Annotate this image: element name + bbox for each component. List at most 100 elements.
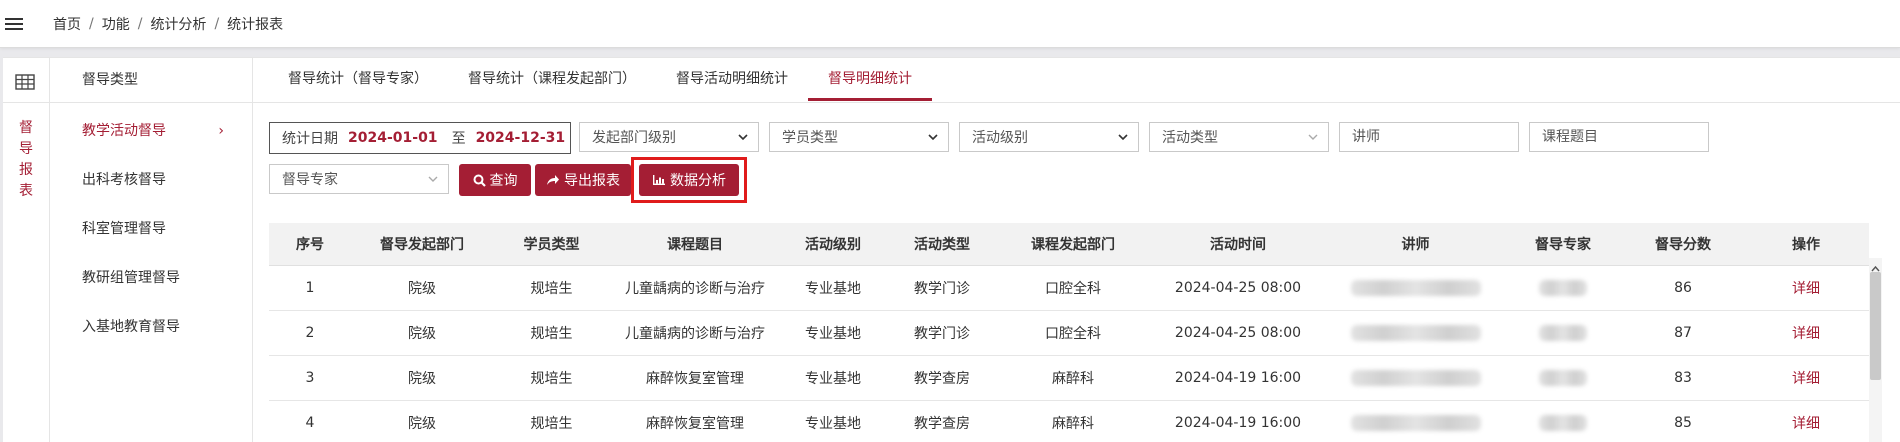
cell-expert (1503, 311, 1623, 356)
export-button[interactable]: 导出报表 (535, 164, 631, 196)
left-rail: 督导报表 (3, 58, 50, 442)
detail-link[interactable]: 详细 (1743, 266, 1869, 311)
cell-score: 86 (1623, 266, 1743, 311)
sidebar-item-research-group[interactable]: 教研组管理督导 (50, 254, 252, 303)
breadcrumb-stats[interactable]: 统计分析 (150, 14, 206, 34)
sidebar-item-exam[interactable]: 出科考核督导 (50, 156, 252, 205)
breadcrumb-separator: / (138, 16, 143, 32)
table-row: 3 院级 规培生 麻醉恢复室管理 专业基地 教学查房 麻醉科 2024-04-1… (269, 356, 1869, 401)
search-icon (473, 174, 486, 187)
table-grid-icon[interactable] (15, 74, 35, 94)
cell-no: 2 (269, 311, 351, 356)
chevron-right-icon: › (218, 107, 224, 156)
activity-type-select[interactable]: 活动类型 (1149, 122, 1329, 152)
cell-student: 规培生 (493, 356, 610, 401)
redacted-lecturer (1351, 415, 1481, 431)
col-header: 督导分数 (1623, 223, 1743, 266)
cell-course: 麻醉恢复室管理 (610, 356, 780, 401)
redacted-lecturer (1351, 280, 1481, 296)
sidebar-item-label: 出科考核督导 (82, 172, 166, 188)
rail-divider (3, 102, 49, 103)
course-title-input[interactable] (1529, 122, 1709, 152)
breadcrumb-report: 统计报表 (227, 14, 283, 34)
col-header: 活动类型 (886, 223, 998, 266)
sidebar: 督导类型 教学活动督导 › 出科考核督导 科室管理督导 教研组管理督导 入基地教… (50, 58, 253, 442)
sidebar-item-base-education[interactable]: 入基地教育督导 (50, 303, 252, 352)
content-shell: 督导报表 督导类型 教学活动督导 › 出科考核督导 科室管理督导 教研组管理督导… (3, 57, 1900, 442)
cell-course-dept: 口腔全科 (998, 266, 1148, 311)
col-header: 课程发起部门 (998, 223, 1148, 266)
sidebar-item-teaching[interactable]: 教学活动督导 › (50, 107, 252, 156)
col-header: 活动时间 (1148, 223, 1328, 266)
breadcrumb-function[interactable]: 功能 (102, 14, 130, 34)
date-start[interactable]: 2024-01-01 (348, 130, 438, 146)
results-table: 序号 督导发起部门 学员类型 课程题目 活动级别 活动类型 课程发起部门 活动时… (269, 223, 1869, 442)
sidebar-item-label: 教研组管理督导 (82, 270, 180, 286)
col-header: 督导专家 (1503, 223, 1623, 266)
sidebar-list: 教学活动督导 › 出科考核督导 科室管理督导 教研组管理督导 入基地教育督导 (50, 103, 252, 352)
query-button[interactable]: 查询 (459, 164, 531, 196)
lecturer-input[interactable] (1339, 122, 1519, 152)
sidebar-item-dept-manage[interactable]: 科室管理督导 (50, 205, 252, 254)
sidebar-item-label: 入基地教育督导 (82, 319, 180, 335)
chevron-down-icon (428, 173, 438, 189)
date-range-field[interactable]: 统计日期 2024-01-01 至 2024-12-31 (269, 122, 571, 154)
table-header-row: 序号 督导发起部门 学员类型 课程题目 活动级别 活动类型 课程发起部门 活动时… (269, 223, 1869, 266)
col-header: 操作 (1743, 223, 1869, 266)
cell-time: 2024-04-25 08:00 (1148, 266, 1328, 311)
student-type-select[interactable]: 学员类型 (769, 122, 949, 152)
table-row: 1 院级 规培生 儿童龋病的诊断与治疗 专业基地 教学门诊 口腔全科 2024-… (269, 266, 1869, 311)
activity-level-value: 活动级别 (972, 127, 1028, 147)
cell-course-dept: 口腔全科 (998, 311, 1148, 356)
scrollbar-thumb[interactable] (1870, 272, 1881, 380)
detail-link[interactable]: 详细 (1743, 311, 1869, 356)
cell-type: 教学查房 (886, 356, 998, 401)
tab-bar: 督导统计（督导专家） 督导统计（课程发起部门） 督导活动明细统计 督导明细统计 (253, 58, 1900, 103)
detail-link[interactable]: 详细 (1743, 356, 1869, 401)
cell-lecturer (1328, 311, 1503, 356)
cell-dept: 院级 (351, 311, 493, 356)
sidebar-item-label: 教学活动督导 (82, 123, 166, 139)
rail-report-label[interactable]: 督导报表 (18, 118, 34, 202)
chevron-down-icon (738, 131, 748, 147)
query-label: 查询 (490, 170, 518, 190)
col-header: 督导发起部门 (351, 223, 493, 266)
redacted-expert (1539, 280, 1587, 296)
cell-dept: 院级 (351, 401, 493, 442)
redacted-lecturer (1351, 325, 1481, 341)
table-row: 2 院级 规培生 儿童龋病的诊断与治疗 专业基地 教学门诊 口腔全科 2024-… (269, 311, 1869, 356)
cell-type: 教学门诊 (886, 311, 998, 356)
date-end[interactable]: 2024-12-31 (476, 130, 566, 146)
date-to-label: 至 (452, 128, 466, 148)
cell-score: 85 (1623, 401, 1743, 442)
vertical-scrollbar[interactable] (1869, 258, 1882, 442)
cell-no: 4 (269, 401, 351, 442)
cell-expert (1503, 401, 1623, 442)
tab-activity-detail[interactable]: 督导活动明细统计 (656, 58, 808, 101)
cell-level: 专业基地 (780, 311, 886, 356)
cell-level: 专业基地 (780, 266, 886, 311)
activity-level-select[interactable]: 活动级别 (959, 122, 1139, 152)
sidebar-header: 督导类型 (50, 58, 252, 103)
cell-student: 规培生 (493, 401, 610, 442)
dept-level-select[interactable]: 发起部门级别 (579, 122, 759, 152)
cell-no: 3 (269, 356, 351, 401)
col-header: 课程题目 (610, 223, 780, 266)
breadcrumb-separator: / (89, 16, 94, 32)
cell-expert (1503, 356, 1623, 401)
tab-supervision-detail[interactable]: 督导明细统计 (808, 58, 932, 101)
tab-dept-stats[interactable]: 督导统计（课程发起部门） (448, 58, 656, 101)
highlight-box (631, 157, 747, 203)
expert-select[interactable]: 督导专家 (269, 164, 449, 194)
cell-no: 1 (269, 266, 351, 311)
chevron-down-icon (928, 131, 938, 147)
menu-icon[interactable] (5, 15, 23, 33)
col-header: 学员类型 (493, 223, 610, 266)
main-panel: 督导统计（督导专家） 督导统计（课程发起部门） 督导活动明细统计 督导明细统计 … (253, 58, 1900, 442)
detail-link[interactable]: 详细 (1743, 401, 1869, 442)
cell-course-dept: 麻醉科 (998, 356, 1148, 401)
tab-expert-stats[interactable]: 督导统计（督导专家） (268, 58, 448, 101)
breadcrumb-home[interactable]: 首页 (53, 14, 81, 34)
expert-value: 督导专家 (282, 169, 338, 189)
dept-level-value: 发起部门级别 (592, 127, 676, 147)
